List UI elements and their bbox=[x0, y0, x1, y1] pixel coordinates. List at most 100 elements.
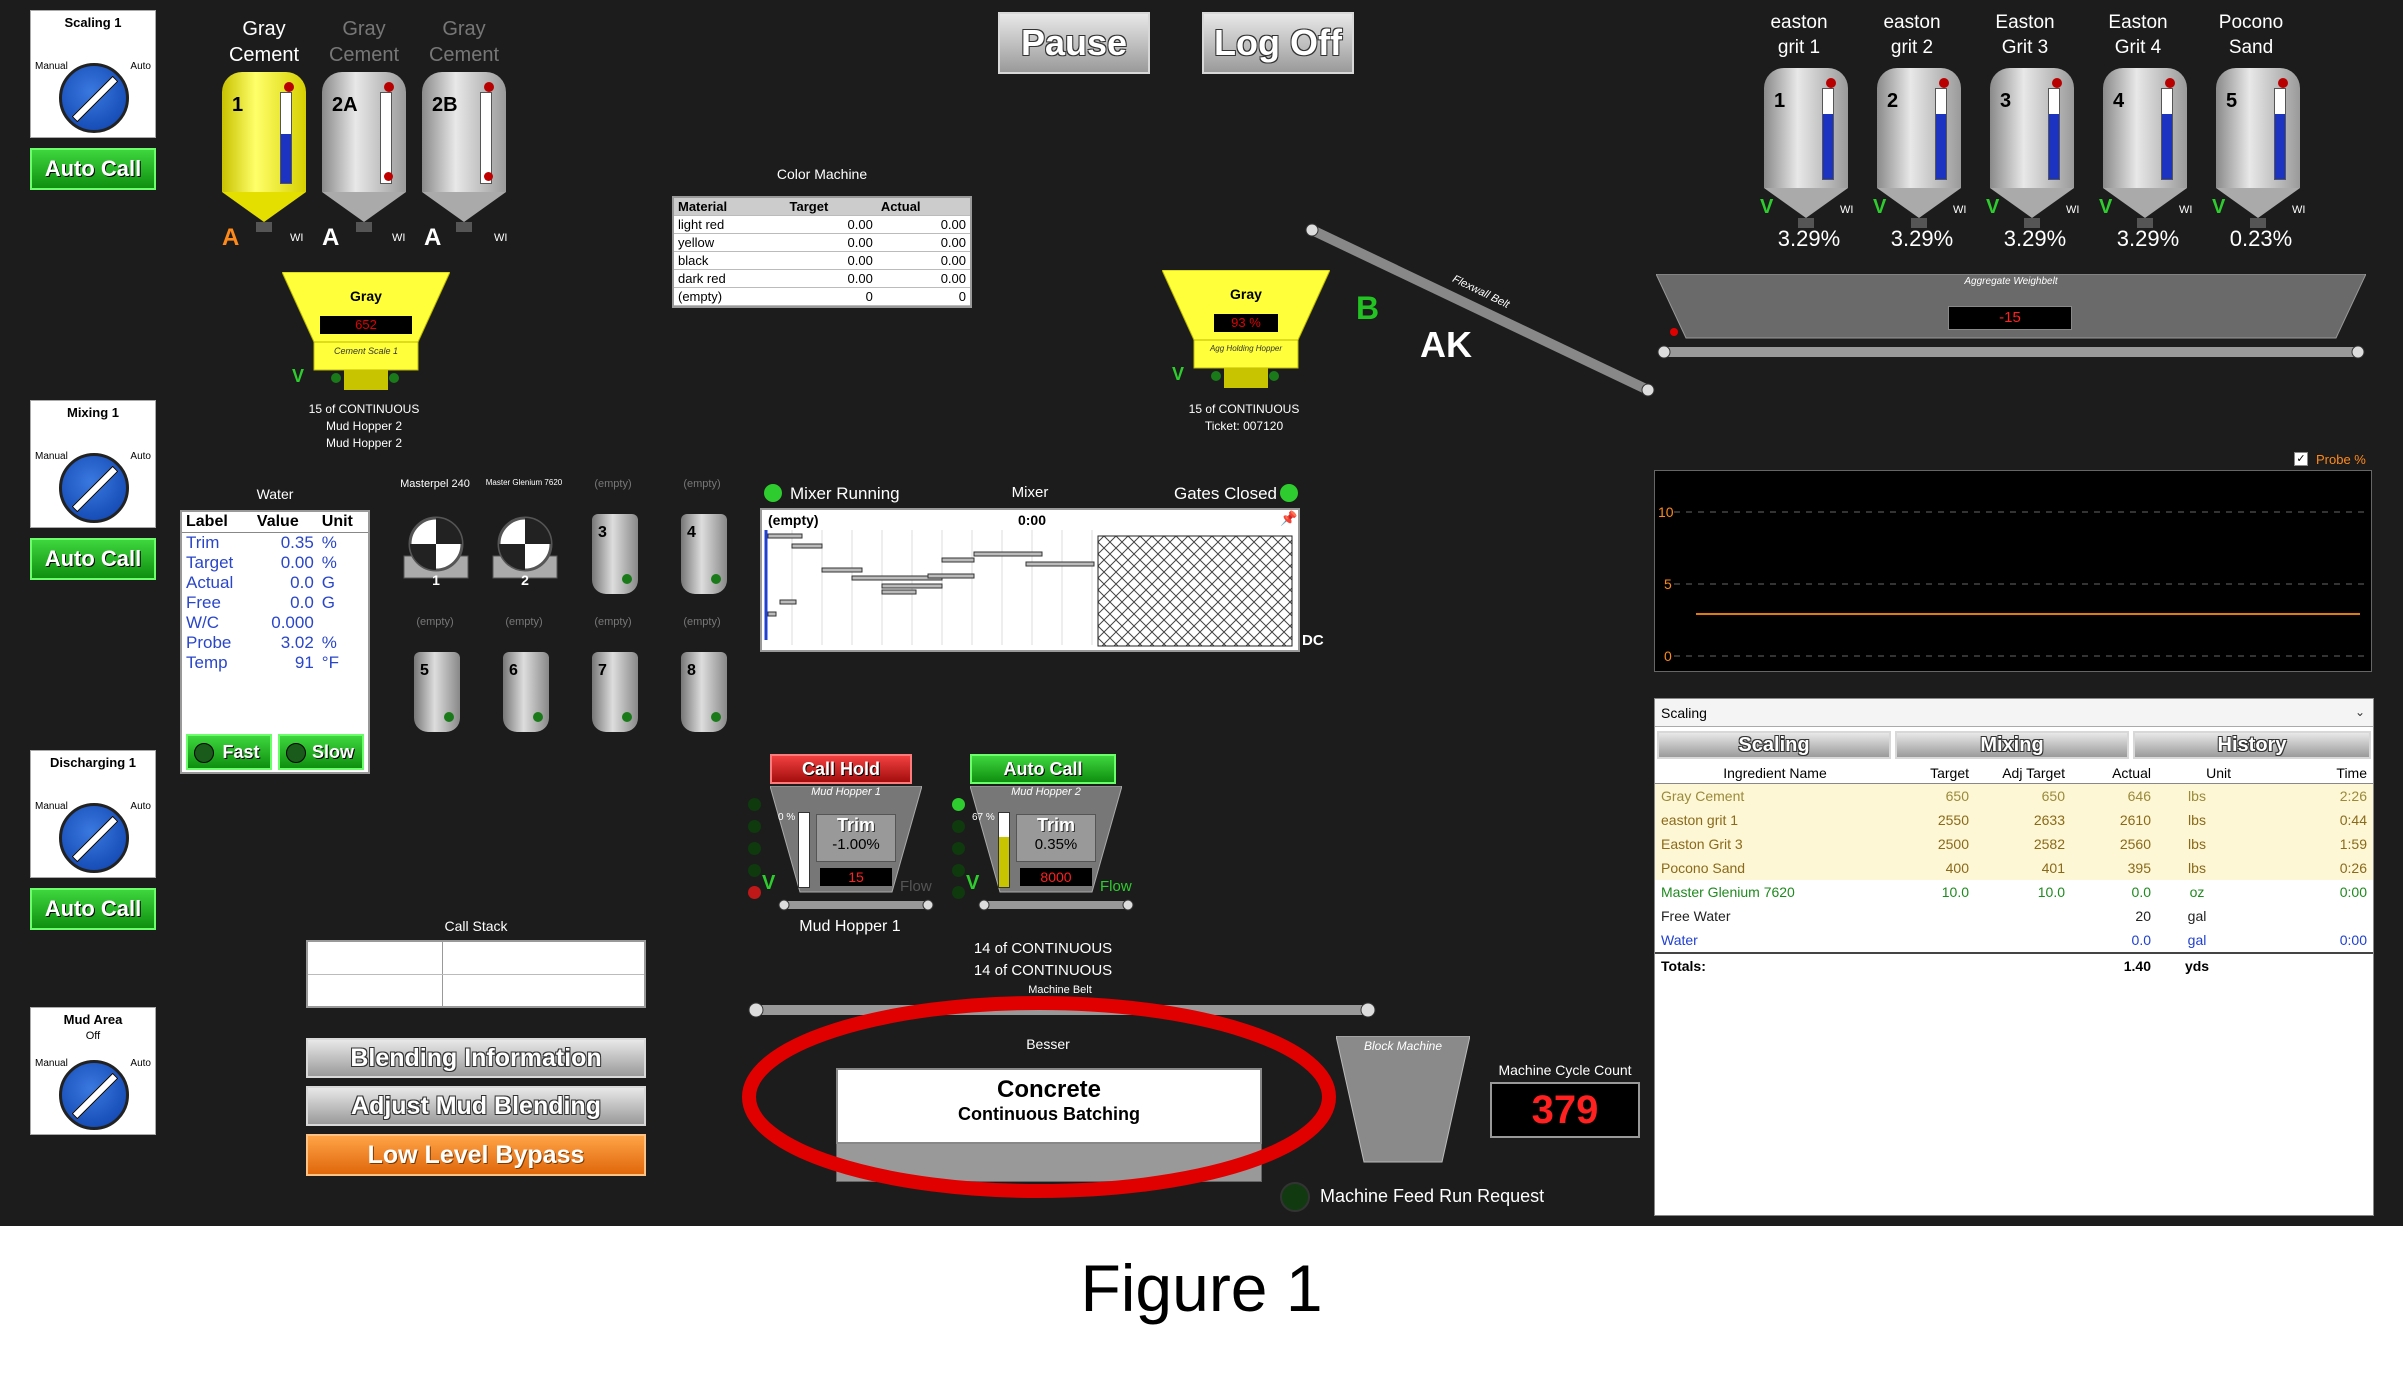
ingredient-row[interactable]: easton grit 1 2550 2633 2610 lbs 0:44 bbox=[1655, 808, 2373, 832]
mode-knob[interactable] bbox=[59, 63, 129, 133]
table-row[interactable]: black 0.00 0.00 bbox=[674, 251, 970, 270]
tank-status-led bbox=[711, 712, 721, 722]
col-header: Unit bbox=[317, 512, 368, 533]
pump-number: 2 bbox=[521, 572, 529, 588]
cement-silo-2a[interactable]: 2A bbox=[322, 72, 406, 237]
cell: Easton Grit 3 bbox=[1661, 836, 1743, 852]
admix-tank-8[interactable]: 8 bbox=[681, 652, 727, 732]
admix-tank-3[interactable]: 3 bbox=[592, 514, 638, 594]
cell: 0.00 bbox=[876, 215, 970, 234]
agg-silo-5[interactable]: 5 bbox=[2216, 68, 2300, 233]
scaling-dropdown[interactable]: Scaling ⌄ bbox=[1655, 699, 2373, 727]
cell: 10.0 bbox=[1941, 884, 1969, 900]
manual-label: Manual bbox=[35, 61, 68, 72]
trim-control[interactable]: Trim -1.00% bbox=[816, 814, 896, 862]
water-row[interactable]: Target 0.00% bbox=[182, 553, 368, 573]
low-level-bypass-button[interactable]: Low Level Bypass bbox=[306, 1134, 646, 1176]
mode-knob[interactable] bbox=[59, 803, 129, 873]
ingredient-row[interactable]: Easton Grit 3 2500 2582 2560 lbs 1:59 bbox=[1655, 832, 2373, 856]
water-row[interactable]: Actual 0.0 G bbox=[182, 573, 368, 593]
flow-label: Flow bbox=[900, 878, 932, 895]
cell: °F bbox=[321, 653, 339, 672]
call-hold-button[interactable]: Call Hold bbox=[770, 754, 912, 784]
tab-scaling[interactable]: Scaling bbox=[1657, 731, 1891, 759]
wi-label: WI bbox=[1840, 204, 1854, 216]
admix-tank-4[interactable]: 4 bbox=[681, 514, 727, 594]
cell: 0.00 bbox=[785, 215, 877, 234]
ingredient-row[interactable]: Master Glenium 7620 10.0 10.0 0.0 oz 0:00 bbox=[1655, 880, 2373, 904]
cell: 2:26 bbox=[2339, 788, 2367, 804]
agg-silo-label: Easton Grit 3 bbox=[1970, 10, 2080, 60]
hopper-percent: 67 % bbox=[972, 812, 995, 823]
mixing-auto-call-button[interactable]: Auto Call bbox=[30, 538, 156, 580]
tab-mixing[interactable]: Mixing bbox=[1895, 731, 2129, 759]
water-row[interactable]: Probe 3.02% bbox=[182, 633, 368, 653]
agg-silo-3[interactable]: 3 bbox=[1990, 68, 2074, 233]
admix-tank-7[interactable]: 7 bbox=[592, 652, 638, 732]
auto-label: Auto bbox=[130, 801, 151, 812]
scaling-panel: Scaling ⌄ Scaling Mixing History Ingredi… bbox=[1654, 698, 2374, 1216]
cell bbox=[2237, 904, 2373, 928]
hopper-readout: 8000 bbox=[1020, 868, 1092, 886]
water-row[interactable]: Trim 0.35% bbox=[182, 533, 368, 554]
cement-silo-2b[interactable]: 2B bbox=[422, 72, 506, 237]
log-off-button[interactable]: Log Off bbox=[1202, 12, 1354, 74]
cement-silo-1[interactable]: 1 bbox=[222, 72, 306, 237]
trim-control[interactable]: Trim 0.35% bbox=[1016, 814, 1096, 862]
probe-checkbox[interactable]: ✓ bbox=[2294, 452, 2308, 466]
scaling-auto-call-button[interactable]: Auto Call bbox=[30, 148, 156, 190]
ingredient-row[interactable]: Pocono Sand 400 401 395 lbs 0:26 bbox=[1655, 856, 2373, 880]
admix-pump-2[interactable]: 2 bbox=[485, 514, 565, 590]
adjust-mud-blending-button[interactable]: Adjust Mud Blending bbox=[306, 1086, 646, 1126]
status-led bbox=[748, 842, 761, 855]
water-row[interactable]: Free 0.0 G bbox=[182, 593, 368, 613]
cell: (empty) bbox=[674, 287, 786, 306]
cell: G bbox=[321, 573, 336, 592]
call-stack[interactable] bbox=[306, 940, 646, 1008]
tab-history[interactable]: History bbox=[2133, 731, 2371, 759]
water-row[interactable]: W/C 0.000 bbox=[182, 613, 368, 633]
table-row[interactable]: yellow 0.00 0.00 bbox=[674, 233, 970, 252]
cell: 401 bbox=[2041, 860, 2065, 876]
agg-silo-label-line-1: Pocono bbox=[2218, 12, 2284, 33]
agg-silo-label: easton grit 2 bbox=[1857, 10, 1967, 60]
selector-title: Discharging 1 bbox=[50, 755, 136, 770]
table-row[interactable]: (empty) 0 0 bbox=[674, 287, 970, 306]
ingredient-row[interactable]: Gray Cement 650 650 646 lbs 2:26 bbox=[1655, 783, 2373, 808]
mode-knob[interactable] bbox=[59, 453, 129, 523]
discharging-auto-call-button[interactable]: Auto Call bbox=[30, 888, 156, 930]
admix-tank-5[interactable]: 5 bbox=[414, 652, 460, 732]
pause-button[interactable]: Pause bbox=[998, 12, 1150, 74]
tank-status-led bbox=[622, 574, 632, 584]
water-row[interactable]: Temp 91 °F bbox=[182, 653, 368, 673]
table-row[interactable]: dark red 0.00 0.00 bbox=[674, 269, 970, 288]
ingredient-row[interactable]: Water 0.0 gal 0:00 bbox=[1655, 928, 2373, 953]
agg-silo-4[interactable]: 4 bbox=[2103, 68, 2187, 233]
cell: 2610 bbox=[2119, 812, 2151, 828]
admix-pump-1[interactable]: 1 bbox=[396, 514, 476, 590]
admix-tank-6[interactable]: 6 bbox=[503, 652, 549, 732]
table-row[interactable]: light red 0.00 0.00 bbox=[674, 215, 970, 234]
block-machine[interactable]: Block Machine bbox=[1335, 1035, 1471, 1164]
agg-silo-2[interactable]: 2 bbox=[1877, 68, 1961, 233]
cement-scale-hopper[interactable]: Gray 652 Cement Scale 1 bbox=[281, 271, 451, 398]
slow-button[interactable]: Slow bbox=[278, 734, 364, 770]
pin-icon[interactable]: 📌 bbox=[1280, 510, 1297, 527]
fast-button[interactable]: Fast bbox=[186, 734, 272, 770]
mode-knob[interactable] bbox=[59, 1060, 129, 1130]
cell: 1:59 bbox=[2339, 836, 2367, 852]
flexwall-belt bbox=[1305, 223, 1655, 397]
aggregate-weighbelt[interactable]: Aggregate Weighbelt -15 bbox=[1655, 273, 2367, 346]
ingredient-row[interactable]: Free Water 20 gal bbox=[1655, 904, 2373, 928]
silo-mode-indicator: A bbox=[322, 224, 340, 251]
cell: Target bbox=[186, 553, 234, 572]
wi-label: WI bbox=[494, 232, 508, 244]
auto-call-button[interactable]: Auto Call bbox=[970, 754, 1116, 784]
fast-indicator bbox=[194, 743, 214, 763]
blending-information-button[interactable]: Blending Information bbox=[306, 1038, 646, 1078]
cell: Temp bbox=[186, 653, 228, 672]
probe-tick: 10 bbox=[1658, 504, 1674, 520]
cell: 0 bbox=[785, 287, 877, 306]
agg-silo-1[interactable]: 1 bbox=[1764, 68, 1848, 233]
silo-level-gauge bbox=[2048, 88, 2060, 180]
